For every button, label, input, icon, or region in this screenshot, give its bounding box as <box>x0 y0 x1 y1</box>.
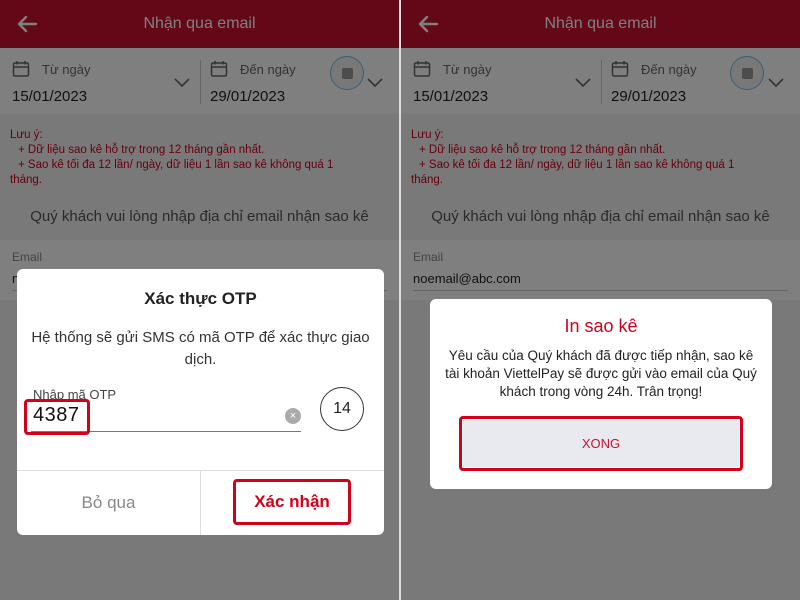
left-screen: Nhận qua email Từ ngày 15/01/2023 Đến ng… <box>0 0 399 600</box>
dialog-title: In sao kê <box>564 316 638 336</box>
highlight-box <box>459 416 743 471</box>
highlight-box <box>24 399 90 435</box>
button-divider <box>200 470 201 535</box>
confirm-button[interactable]: Xác nhận <box>233 479 351 525</box>
statement-dialog: In sao kê Yêu cầu của Quý khách đã được … <box>430 299 772 489</box>
otp-dialog: Xác thực OTP Hệ thống sẽ gửi SMS có mã O… <box>17 269 384 535</box>
countdown-timer: 14 <box>320 387 364 431</box>
clear-icon[interactable]: × <box>285 408 301 424</box>
dialog-message: Hệ thống sẽ gửi SMS có mã OTP để xác thự… <box>31 329 370 368</box>
dialog-title: Xác thực OTP <box>144 289 257 308</box>
skip-button[interactable]: Bỏ qua <box>17 471 200 535</box>
right-screen: Nhận qua email Từ ngày 15/01/2023 Đến ng… <box>401 0 800 600</box>
dialog-message: Yêu cầu của Quý khách đã được tiếp nhận,… <box>445 348 757 399</box>
